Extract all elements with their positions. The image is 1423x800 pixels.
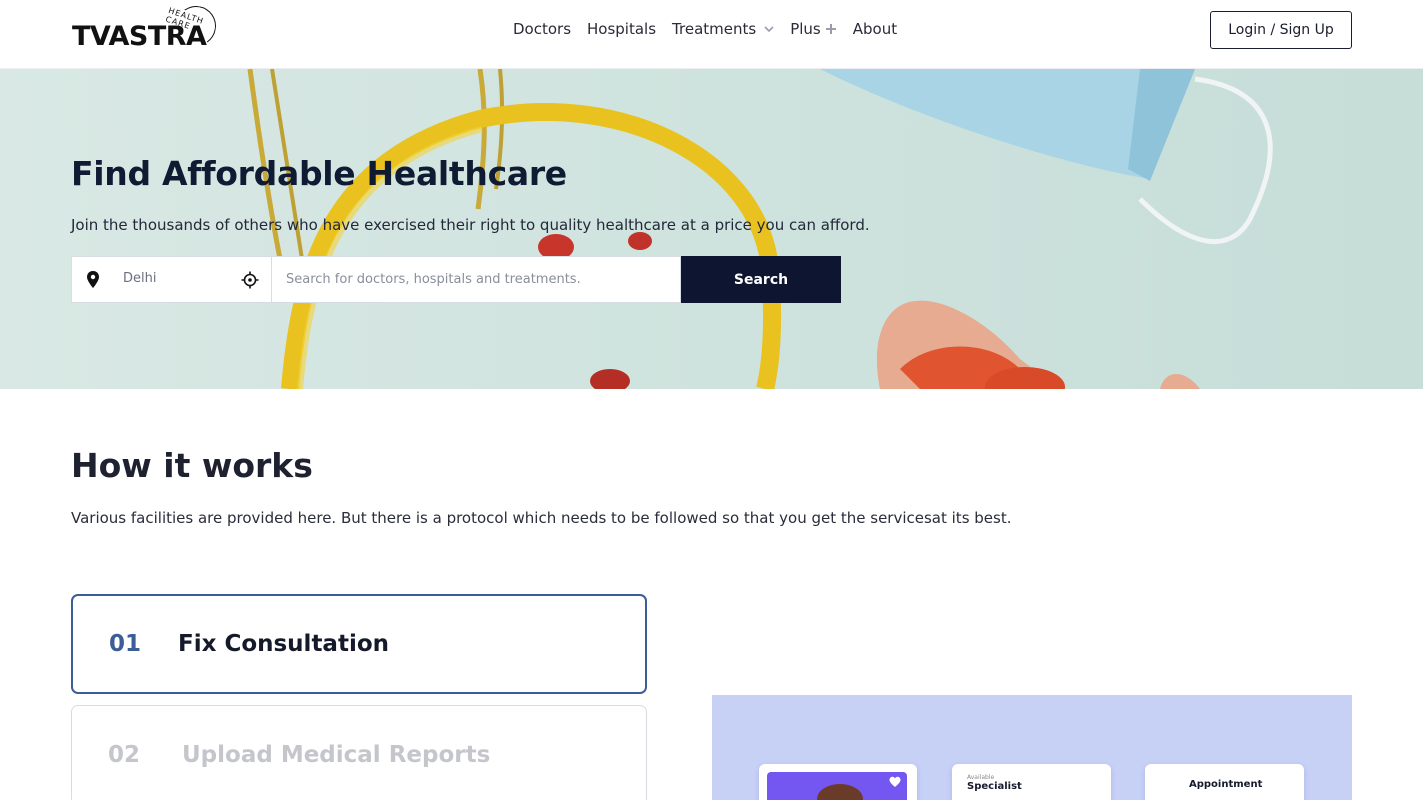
how-it-works-description: Various facilities are provided here. Bu… xyxy=(71,509,1012,527)
nav-about[interactable]: About xyxy=(853,20,897,38)
map-pin-icon xyxy=(87,271,99,288)
step-number: 02 xyxy=(108,742,141,768)
appointment-card: Appointment xyxy=(1145,764,1304,800)
chevron-down-icon xyxy=(764,26,774,33)
nav-treatments[interactable]: Treatments xyxy=(672,20,774,38)
search-bar: Delhi Search xyxy=(71,256,841,303)
step-label: Upload Medical Reports xyxy=(182,742,491,768)
specialist-card-title: Specialist xyxy=(967,781,1022,792)
search-input[interactable] xyxy=(272,256,681,303)
nav-treatments-label: Treatments xyxy=(672,20,757,38)
nav-hospitals[interactable]: Hospitals xyxy=(587,20,656,38)
location-value: Delhi xyxy=(123,271,157,286)
hero-subtitle: Join the thousands of others who have ex… xyxy=(71,216,870,234)
locate-me-icon[interactable] xyxy=(241,271,259,289)
nav-doctors[interactable]: Doctors xyxy=(513,20,571,38)
step-upload-medical-reports[interactable]: 02 Upload Medical Reports xyxy=(71,705,647,800)
search-button[interactable]: Search xyxy=(681,256,841,303)
app-preview-illustration: Available Specialist Appointment xyxy=(712,695,1352,800)
hero-banner: Find Affordable Healthcare Join the thou… xyxy=(0,69,1423,389)
heart-icon xyxy=(889,776,901,787)
location-field[interactable]: Delhi xyxy=(71,256,272,303)
step-label: Fix Consultation xyxy=(178,631,390,657)
how-it-works-title: How it works xyxy=(71,446,313,485)
nav-doctors-label: Doctors xyxy=(513,20,572,38)
specialist-card: Available Specialist xyxy=(952,764,1111,800)
main-nav: Doctors Hospitals Treatments Plus About xyxy=(513,18,913,40)
nav-about-label: About xyxy=(852,20,898,38)
brand-logo[interactable]: TVASTRA HEALTH CARE xyxy=(72,2,222,54)
appointment-card-title: Appointment xyxy=(1189,779,1263,790)
hero-title: Find Affordable Healthcare xyxy=(71,154,567,193)
specialist-card-caption: Available xyxy=(967,774,995,781)
login-signup-button[interactable]: Login / Sign Up xyxy=(1210,11,1352,49)
nav-plus-label: Plus xyxy=(790,20,821,38)
site-header: TVASTRA HEALTH CARE Doctors Hospitals Tr… xyxy=(0,0,1423,69)
step-fix-consultation[interactable]: 01 Fix Consultation xyxy=(71,594,647,694)
nav-hospitals-label: Hospitals xyxy=(587,20,657,38)
plus-icon xyxy=(825,24,836,34)
doctor-card xyxy=(759,764,917,800)
nav-plus[interactable]: Plus xyxy=(790,20,837,38)
step-number: 01 xyxy=(109,631,142,657)
